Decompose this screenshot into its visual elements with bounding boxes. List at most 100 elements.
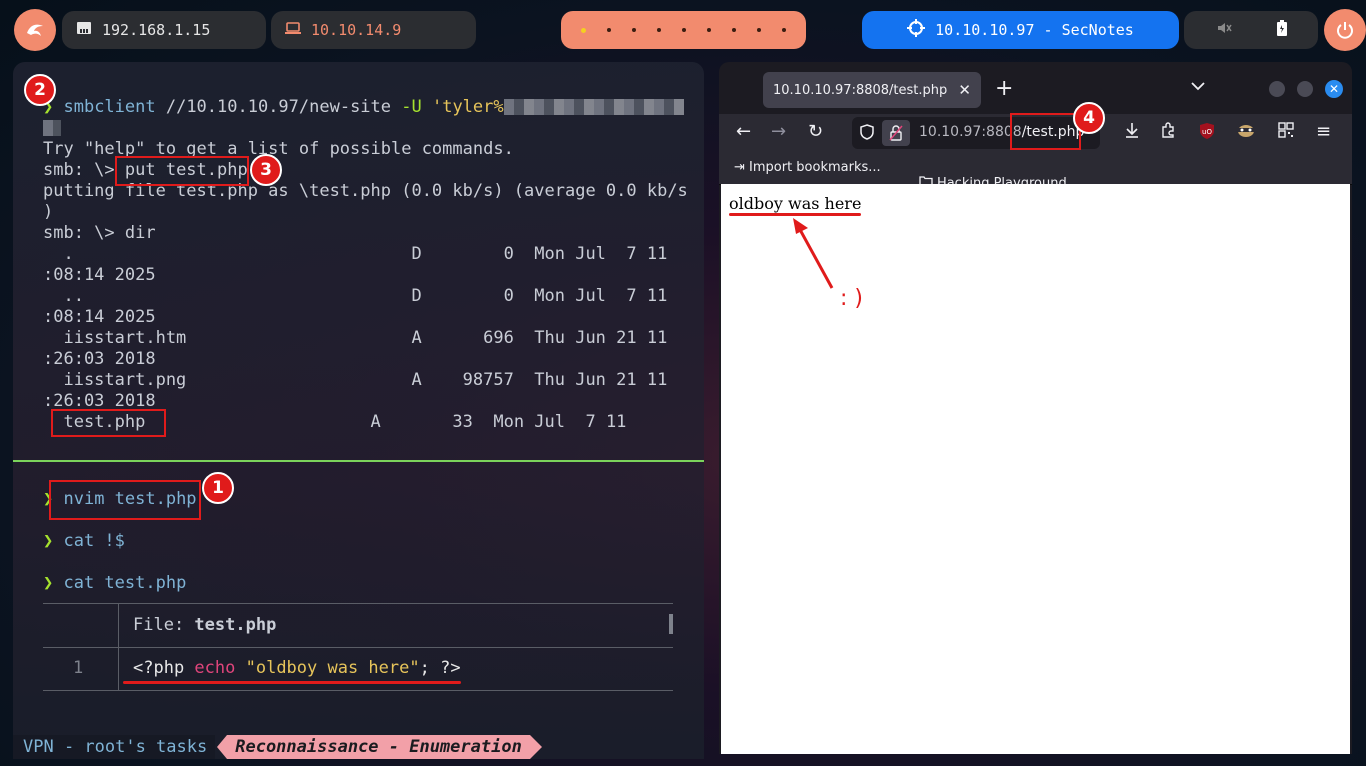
bookmark-import-label: Import bookmarks... <box>749 160 881 175</box>
vpn-ip-text: 10.10.14.9 <box>311 21 402 39</box>
close-window-icon[interactable]: ✕ <box>1325 80 1343 98</box>
php-echo-keyword: echo <box>194 658 236 678</box>
smiley-annotation: : ) <box>840 286 863 311</box>
redacted-password <box>503 99 684 115</box>
smb-prompt: smb: \> <box>43 160 125 180</box>
workspace-7[interactable] <box>732 28 736 32</box>
dir-command-line: smb: \> dir <box>43 223 156 243</box>
back-icon[interactable]: ← <box>736 122 751 142</box>
maximize-icon[interactable] <box>1297 81 1313 97</box>
redacted-password-wrap <box>43 118 61 139</box>
minimize-icon[interactable] <box>1269 81 1285 97</box>
privacy-badger-icon[interactable] <box>1237 122 1255 143</box>
kali-dragon-icon[interactable] <box>14 9 56 51</box>
status-session: VPN - root's tasks <box>13 735 216 759</box>
firefox-window[interactable]: 10.10.10.97:8808/test.php ✕ + ✕ ← → ↻ 10… <box>719 62 1352 754</box>
smbclient-command-line: ❯ smbclient //10.10.10.97/new-site -U 't… <box>43 97 684 118</box>
smb-share-path: //10.10.10.97/new-site <box>155 97 402 117</box>
highlight-nvim-command <box>49 480 201 520</box>
target-text: 10.10.10.97 - SecNotes <box>935 21 1134 39</box>
step-badge-3: 3 <box>250 154 282 186</box>
workspace-4[interactable] <box>657 28 661 32</box>
chevron-down-icon[interactable] <box>1191 76 1205 95</box>
help-hint: Try "help" to get a list of possible com… <box>43 139 514 159</box>
underline-php-code <box>123 681 461 684</box>
redacted-password-end <box>43 120 61 136</box>
forward-icon[interactable]: → <box>771 122 786 142</box>
dir-entry: iisstart.png A 98757 Thu Jun 21 11 <box>43 370 668 390</box>
step-badge-4: 4 <box>1073 102 1105 134</box>
new-tab-icon[interactable]: + <box>995 76 1013 102</box>
bat-scroll-indicator <box>669 614 673 634</box>
extensions-icon[interactable] <box>1160 122 1176 143</box>
host-ip-pill[interactable]: 192.168.1.15 <box>62 11 266 49</box>
tab-title: 10.10.10.97:8808/test.php <box>773 82 948 98</box>
php-string: "oldboy was here" <box>235 658 420 678</box>
bookmark-import[interactable]: ⇥ Import bookmarks... <box>734 160 881 175</box>
qr-code-icon[interactable] <box>1278 122 1294 143</box>
workspace-switcher[interactable] <box>561 11 806 49</box>
workspace-9[interactable] <box>782 28 786 32</box>
dir-entry: iisstart.htm A 696 Thu Jun 21 11 <box>43 328 668 348</box>
system-tray <box>1184 11 1318 49</box>
shield-icon[interactable] <box>860 124 874 144</box>
power-icon[interactable] <box>1324 9 1366 51</box>
target-pill[interactable]: 10.10.10.97 - SecNotes <box>862 11 1179 49</box>
testphp-details: A 33 Mon Jul 7 11 <box>145 412 627 432</box>
bookmarks-toolbar: ⇥ Import bookmarks... Hacking Playground <box>719 152 1352 191</box>
highlight-url-path <box>1010 113 1081 150</box>
vpn-ip-pill[interactable]: 10.10.14.9 <box>271 11 476 49</box>
workspace-1[interactable] <box>581 27 586 33</box>
workspace-5[interactable] <box>682 28 686 32</box>
battery-icon[interactable] <box>1276 20 1287 40</box>
workspace-8[interactable] <box>757 28 761 32</box>
bat-file-name: test.php <box>194 615 277 635</box>
reload-icon[interactable]: ↻ <box>808 122 823 142</box>
cat-last-command: cat !$ <box>63 531 125 551</box>
step-badge-1: 1 <box>202 472 234 504</box>
downloads-icon[interactable] <box>1124 122 1140 143</box>
cat-command-line: ❯ cat test.php <box>43 573 186 594</box>
bat-header-separator <box>43 647 673 648</box>
bat-file-label: File: <box>133 615 195 635</box>
top-bar: 192.168.1.15 10.10.14.9 10.10.10.97 - Se… <box>0 0 1366 60</box>
workspace-3[interactable] <box>632 28 636 32</box>
highlight-testphp-entry <box>51 409 166 437</box>
command-name: smbclient <box>63 97 156 117</box>
crosshair-icon <box>907 19 926 41</box>
highlight-put-command <box>115 156 249 186</box>
cat-command: cat test.php <box>63 573 187 593</box>
pane-divider <box>13 460 704 462</box>
cat-last-command-line: ❯ cat !$ <box>43 531 125 552</box>
close-tab-icon[interactable]: ✕ <box>958 81 971 99</box>
step-badge-2: 2 <box>24 74 56 106</box>
dir-entry: .. D 0 Mon Jul 7 11 <box>43 286 668 306</box>
php-close-tag: ; ?> <box>419 658 461 678</box>
ublock-origin-icon[interactable]: uO <box>1199 122 1215 145</box>
annotation-arrow <box>793 218 834 289</box>
tmux-status-bar: VPN - root's tasks Reconnaissance - Enum… <box>13 735 542 759</box>
menu-icon[interactable]: ≡ <box>1316 122 1331 142</box>
browser-tab[interactable]: 10.10.10.97:8808/test.php ✕ <box>763 72 981 108</box>
url-host: 10.10.97:8808 <box>919 124 1022 140</box>
dir-entry-date: :08:14 2025 <box>43 265 156 285</box>
laptop-icon <box>285 21 301 39</box>
putting-output-cont: ) <box>43 202 54 222</box>
volume-muted-icon[interactable] <box>1216 20 1232 40</box>
page-body-text: oldboy was here <box>729 194 862 213</box>
workspace-2[interactable] <box>607 28 611 32</box>
php-open-tag: <?php <box>133 658 195 678</box>
prompt-arrow: ❯ <box>43 531 64 551</box>
prompt-arrow: ❯ <box>43 573 64 593</box>
host-ip-text: 192.168.1.15 <box>102 21 211 39</box>
insecure-lock-icon[interactable] <box>882 120 910 146</box>
user-flag: -U <box>401 97 422 117</box>
line-number: 1 <box>73 658 84 678</box>
php-code-line: <?php echo "oldboy was here"; ?> <box>133 658 461 678</box>
workspace-6[interactable] <box>707 28 711 32</box>
svg-text:uO: uO <box>1202 128 1212 136</box>
network-card-icon <box>76 21 92 39</box>
bat-output: File: test.php 1 <?php echo "oldboy was … <box>43 603 673 691</box>
dir-entry-date: :26:03 2018 <box>43 349 156 369</box>
bat-file-header: File: test.php <box>133 615 276 635</box>
